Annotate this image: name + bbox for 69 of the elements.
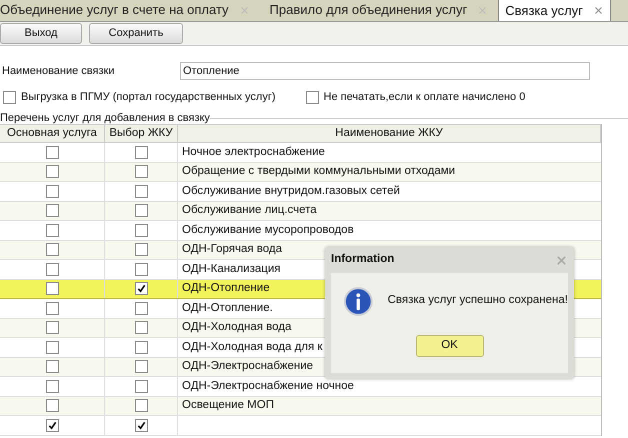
name-field[interactable]: Отопление bbox=[180, 62, 590, 80]
column-header[interactable]: Наименование ЖКУ bbox=[178, 125, 601, 142]
checkbox[interactable] bbox=[46, 146, 58, 159]
checkbox[interactable] bbox=[46, 204, 58, 218]
table-cell-text: Обслуживание мусоропроводов bbox=[182, 222, 354, 238]
checkbox[interactable] bbox=[46, 262, 58, 276]
checkbox[interactable] bbox=[46, 399, 58, 412]
checkbox-label: Не печатать,если к оплате начислено 0 bbox=[324, 90, 526, 105]
table-row[interactable]: Обслуживание внутридом.газовых сетей bbox=[0, 182, 601, 202]
save-button[interactable]: Сохранить bbox=[89, 23, 183, 44]
checkbox[interactable] bbox=[134, 321, 148, 334]
checkbox-label: Выгрузка в ПГМУ (портал государственных услуг) bbox=[21, 90, 276, 105]
checkbox[interactable] bbox=[134, 399, 148, 412]
checkbox[interactable] bbox=[134, 418, 148, 432]
checkbox[interactable] bbox=[3, 90, 16, 104]
checkbox[interactable] bbox=[46, 418, 58, 432]
field-label: Наименование связки bbox=[1, 64, 116, 79]
checkbox[interactable] bbox=[134, 243, 148, 256]
table-cell-text: ОДН-Отопление bbox=[182, 281, 270, 296]
checkbox[interactable] bbox=[134, 380, 148, 393]
table-cell-text: ОДН-Электроснабжение bbox=[182, 359, 314, 374]
checkbox[interactable] bbox=[134, 302, 148, 315]
checkbox[interactable] bbox=[46, 165, 58, 178]
ok-button[interactable]: OK bbox=[416, 335, 484, 357]
table-cell-text: Обслуживание лиц.счета bbox=[182, 203, 317, 218]
table-cell-text: ОДН-Холодная вода для к bbox=[182, 340, 322, 355]
table-cell-text: Обслуживание внутридом.газовых сетей bbox=[182, 184, 400, 199]
info-icon bbox=[343, 286, 374, 317]
checkbox[interactable] bbox=[46, 321, 58, 334]
checkbox[interactable] bbox=[46, 380, 58, 393]
table-row[interactable]: Обслуживание мусоропроводов bbox=[0, 221, 601, 240]
checkbox[interactable] bbox=[134, 204, 148, 218]
table-cell-text: Обращение с твердыми коммунальными отходами bbox=[182, 164, 456, 180]
table-cell-text: Ночное электроснабжение bbox=[182, 144, 325, 160]
table-cell-text: ОДН-Горячая вода bbox=[182, 242, 282, 258]
checkbox[interactable] bbox=[46, 282, 58, 296]
checkbox[interactable] bbox=[46, 360, 58, 374]
tab[interactable]: Объединение услуг в счете на оплату bbox=[0, 0, 256, 21]
table-cell-text: ОДН-Электроснабжение ночное bbox=[182, 378, 354, 394]
checkbox[interactable] bbox=[306, 90, 318, 104]
checkbox[interactable] bbox=[134, 224, 148, 237]
table-cell-text: ОДН-Канализация bbox=[182, 262, 280, 277]
table-row[interactable]: Ночное электроснабжение bbox=[0, 143, 601, 162]
column-header[interactable]: Выбор ЖКУ bbox=[105, 125, 178, 142]
table-cell-text: Освещение МОП bbox=[182, 398, 274, 414]
table-row[interactable]: Обращение с твердыми коммунальными отходами bbox=[0, 162, 601, 182]
table-cell-text: ОДН-Отопление. bbox=[182, 300, 273, 316]
exit-button[interactable]: Выход bbox=[0, 23, 82, 44]
group-label: Перечень услуг для добавления в связку bbox=[0, 110, 210, 126]
table-row[interactable]: ОДН-Электроснабжение ночное bbox=[0, 377, 601, 396]
checkbox[interactable] bbox=[134, 165, 148, 178]
column-header[interactable]: Основная услуга bbox=[0, 125, 105, 142]
checkbox[interactable] bbox=[46, 340, 58, 354]
tab[interactable]: Правило для объединения услуг bbox=[260, 0, 494, 21]
table-row[interactable]: Обслуживание лиц.счета bbox=[0, 202, 601, 221]
checkbox[interactable] bbox=[46, 243, 58, 256]
checkbox[interactable] bbox=[134, 360, 148, 374]
checkbox[interactable] bbox=[134, 282, 148, 296]
checkbox[interactable] bbox=[134, 184, 148, 198]
checkbox[interactable] bbox=[46, 224, 58, 237]
checkbox[interactable] bbox=[134, 340, 148, 354]
table-row[interactable]: Освещение МОП bbox=[0, 396, 601, 416]
checkbox[interactable] bbox=[134, 262, 148, 276]
checkbox[interactable] bbox=[134, 146, 148, 159]
close-icon[interactable] bbox=[592, 5, 604, 16]
table-cell-text: ОДН-Холодная вода bbox=[182, 320, 292, 336]
checkbox[interactable] bbox=[46, 302, 58, 315]
tab[interactable]: Связка услуг bbox=[498, 0, 611, 21]
checkbox[interactable] bbox=[46, 184, 58, 198]
